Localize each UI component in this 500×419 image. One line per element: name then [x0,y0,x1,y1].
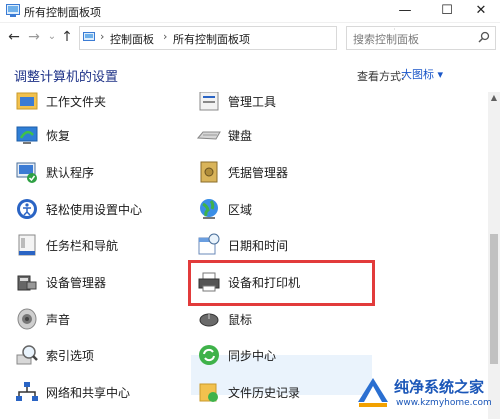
watermark-logo-icon [358,378,388,407]
item-ease-of-access[interactable]: 轻松使用设置中心 [15,194,185,224]
maximize-button[interactable]: ☐ [428,0,466,22]
item-default-programs[interactable]: 默认程序 [15,157,175,187]
view-by-label: 查看方式: [357,70,405,83]
item-taskbar-navigation[interactable]: 任务栏和导航 [15,230,175,260]
item-file-history[interactable]: 文件历史记录 [197,377,357,407]
globe-icon [200,199,218,219]
mouse-icon [199,313,219,327]
page-title: 调整计算机的设置 [14,70,119,85]
breadcrumb-separator: › [100,30,105,43]
item-date-time[interactable]: 日期和时间 [197,230,357,260]
work-folders-icon [16,92,38,110]
address-toolbar: ← → ⌄ ↑ › 控制面板 › 所有控制面板项 ⌄ ↻ [0,24,500,50]
search-input[interactable] [351,30,473,48]
item-indexing-options[interactable]: 索引选项 [15,340,175,370]
breadcrumb-all-items[interactable]: 所有控制面板项 [173,31,250,47]
item-credential-manager[interactable]: 凭据管理器 [197,157,357,187]
item-admin-tools[interactable]: 管理工具 [197,92,357,116]
scroll-up-arrow-icon[interactable]: ▲ [488,92,500,104]
network-icon [16,382,38,401]
file-history-icon [199,383,218,402]
address-field[interactable]: › 控制面板 › 所有控制面板项 ⌄ ↻ [79,26,410,50]
item-sound[interactable]: 声音 [15,304,175,334]
highlight-box [188,260,375,306]
search-icon [478,31,490,43]
title-bar: 所有控制面板项 — ☐ ✕ [0,0,500,23]
keyboard-icon [197,131,221,140]
magnifier-icon [16,345,38,365]
item-network-sharing[interactable]: 网络和共享中心 [15,377,185,407]
control-panel-small-icon [83,32,95,41]
item-mouse[interactable]: 鼠标 [197,304,357,334]
control-panel-icon [6,4,20,17]
scroll-thumb[interactable] [490,234,498,364]
recovery-icon [16,126,38,144]
window-title: 所有控制面板项 [24,6,101,19]
watermark-url: www.kzmyhome.com [396,398,492,408]
calendar-clock-icon [198,233,220,255]
sync-icon [199,345,219,365]
item-recovery[interactable]: 恢复 [15,120,175,150]
vertical-scrollbar[interactable]: ▲ [488,92,500,419]
admin-tools-icon [199,92,219,111]
breadcrumb-control-panel[interactable]: 控制面板 [110,31,154,47]
up-arrow-icon[interactable]: ↑ [59,28,75,46]
close-button[interactable]: ✕ [462,0,500,22]
back-arrow-icon[interactable]: ← [6,28,22,46]
speaker-icon [17,308,37,330]
watermark: 纯净系统之家 www.kzmyhome.com [356,374,492,416]
control-panel-items: 工作文件夹 恢复 默认程序 轻松使用设置中心 任务栏和导航 设备管理器 声音 索… [0,92,488,419]
forward-arrow-icon[interactable]: → [26,28,42,46]
breadcrumb-separator[interactable]: › [163,30,167,43]
item-device-manager[interactable]: 设备管理器 [15,267,175,297]
item-region[interactable]: 区域 [197,194,357,224]
taskbar-icon [18,234,36,256]
default-programs-icon [16,162,37,183]
item-keyboard[interactable]: 键盘 [197,120,357,150]
minimize-button[interactable]: — [386,0,424,22]
ease-of-access-icon [17,199,37,219]
vault-icon [200,161,218,183]
recent-locations-chevron-icon[interactable]: ⌄ [44,28,60,46]
device-manager-icon [17,275,37,291]
item-work-folders[interactable]: 工作文件夹 [15,92,175,116]
item-sync-center[interactable]: 同步中心 [197,340,357,370]
search-box[interactable] [346,26,496,50]
watermark-text: 纯净系统之家 [394,378,485,396]
view-by-dropdown[interactable]: 大图标 ▾ [401,66,443,82]
